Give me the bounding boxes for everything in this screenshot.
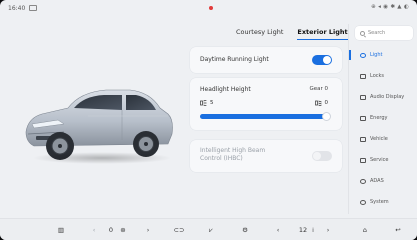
slider-handle[interactable] bbox=[321, 112, 331, 121]
temp-decrease-button[interactable]: ‹ bbox=[274, 224, 282, 236]
sidebar-item-label: Light bbox=[370, 52, 383, 58]
daytime-running-light-label: Daytime Running Light bbox=[200, 56, 269, 63]
car-icon[interactable]: ⊂⊃ bbox=[172, 224, 186, 236]
temp-increase-button[interactable]: › bbox=[324, 224, 332, 236]
fan-speed-value: 0 bbox=[108, 226, 114, 234]
battery-icon bbox=[360, 115, 366, 121]
steering-icon bbox=[360, 178, 366, 184]
gear-icon bbox=[360, 199, 366, 205]
tab-exterior-light[interactable]: Exterior Light bbox=[297, 28, 348, 40]
toggle-knob bbox=[313, 152, 321, 160]
headlight-height-label: Headlight Height bbox=[200, 86, 251, 93]
sidebar-item-label: System bbox=[370, 199, 389, 205]
lock-icon bbox=[360, 73, 366, 79]
temperature-value: 12 bbox=[298, 226, 308, 234]
sidebar-item-label: ADAS bbox=[370, 178, 384, 184]
back-icon[interactable]: ↩ bbox=[392, 224, 404, 236]
headlight-max: 0 bbox=[314, 100, 329, 106]
tab-courtesy-light[interactable]: Courtesy Light bbox=[236, 28, 283, 40]
status-bar: 16:40 ⊕ ◂ ◉ ✱ ▲ ◐ bbox=[0, 0, 417, 16]
slider-fill bbox=[200, 114, 326, 119]
screen-mirror-icon bbox=[29, 5, 38, 11]
fan-decrease-button[interactable]: ‹ bbox=[90, 224, 98, 236]
gear-icon[interactable]: ⚙ bbox=[240, 224, 250, 236]
active-indicator bbox=[349, 50, 351, 60]
sidebar-item-label: Energy bbox=[370, 115, 388, 121]
sidebar-item-energy[interactable]: Energy bbox=[355, 111, 413, 125]
toggle-knob bbox=[323, 56, 331, 64]
headlight-height-slider[interactable] bbox=[200, 112, 331, 121]
high-beam-control-card: Intelligent High Beam Control (IHBC) bbox=[190, 140, 342, 172]
fan-increase-button[interactable]: › bbox=[144, 224, 152, 236]
headlight-beam-icon bbox=[200, 100, 207, 106]
sidebar-item-locks[interactable]: Locks bbox=[355, 69, 413, 83]
daytime-running-light-card: Daytime Running Light bbox=[190, 47, 342, 73]
search-input[interactable]: Search bbox=[355, 26, 413, 40]
home-icon[interactable]: ⌂ bbox=[360, 224, 370, 236]
bottom-dock: ▥ ‹ 0 ⊛ › ⊂⊃ ⩗ ⚙ ‹ 12 ⁞ › ⌂ ↩ bbox=[0, 218, 417, 240]
car-illustration bbox=[18, 70, 178, 180]
recording-indicator-icon bbox=[209, 6, 213, 10]
sidebar-item-audio-display[interactable]: Audio Display bbox=[355, 90, 413, 104]
sidebar-item-label: Vehicle bbox=[370, 136, 388, 142]
temperature-unit-icon: ⁞ bbox=[311, 226, 315, 234]
sidebar-item-system[interactable]: System bbox=[355, 195, 413, 209]
wrench-icon bbox=[360, 157, 366, 163]
car-shadow bbox=[32, 152, 172, 164]
seat-icon[interactable]: ⩗ bbox=[206, 224, 216, 236]
sidebar-item-service[interactable]: Service bbox=[355, 153, 413, 167]
bulb-icon bbox=[360, 52, 366, 58]
car-icon bbox=[360, 136, 366, 142]
sidebar-item-label: Locks bbox=[370, 73, 385, 79]
headlight-max-label: 0 bbox=[324, 100, 329, 106]
daytime-running-light-toggle[interactable] bbox=[312, 55, 332, 65]
status-time: 16:40 bbox=[8, 4, 26, 12]
sidebar-item-light[interactable]: Light bbox=[349, 48, 413, 62]
high-beam-control-toggle[interactable] bbox=[312, 151, 332, 161]
light-tabs: Courtesy Light Exterior Light bbox=[236, 28, 348, 40]
sidebar-item-label: Audio Display bbox=[370, 94, 405, 100]
headlight-height-card: Headlight Height Gear 0 5 0 bbox=[190, 78, 342, 130]
sidebar-item-label: Service bbox=[370, 157, 389, 163]
display-icon bbox=[360, 94, 366, 100]
search-placeholder: Search bbox=[368, 30, 386, 36]
high-beam-control-label: Intelligent High Beam Control (IHBC) bbox=[200, 147, 266, 162]
search-icon bbox=[360, 30, 365, 36]
headlight-min-label: 5 bbox=[210, 100, 214, 106]
seat-heating-icon[interactable]: ▥ bbox=[56, 224, 66, 236]
status-icons: ⊕ ◂ ◉ ✱ ▲ ◐ bbox=[371, 4, 409, 10]
sidebar-item-adas[interactable]: ADAS bbox=[355, 174, 413, 188]
settings-sidebar: Search Light Locks Audio Display Energy … bbox=[348, 24, 414, 214]
headlight-beam-icon bbox=[314, 100, 322, 106]
screen: 16:40 ⊕ ◂ ◉ ✱ ▲ ◐ Courtesy Light Exterio… bbox=[0, 0, 417, 240]
fan-icon: ⊛ bbox=[120, 226, 126, 234]
headlight-gear-value: Gear 0 bbox=[309, 86, 328, 92]
headlight-min: 5 bbox=[200, 100, 214, 106]
sidebar-item-vehicle[interactable]: Vehicle bbox=[355, 132, 413, 146]
